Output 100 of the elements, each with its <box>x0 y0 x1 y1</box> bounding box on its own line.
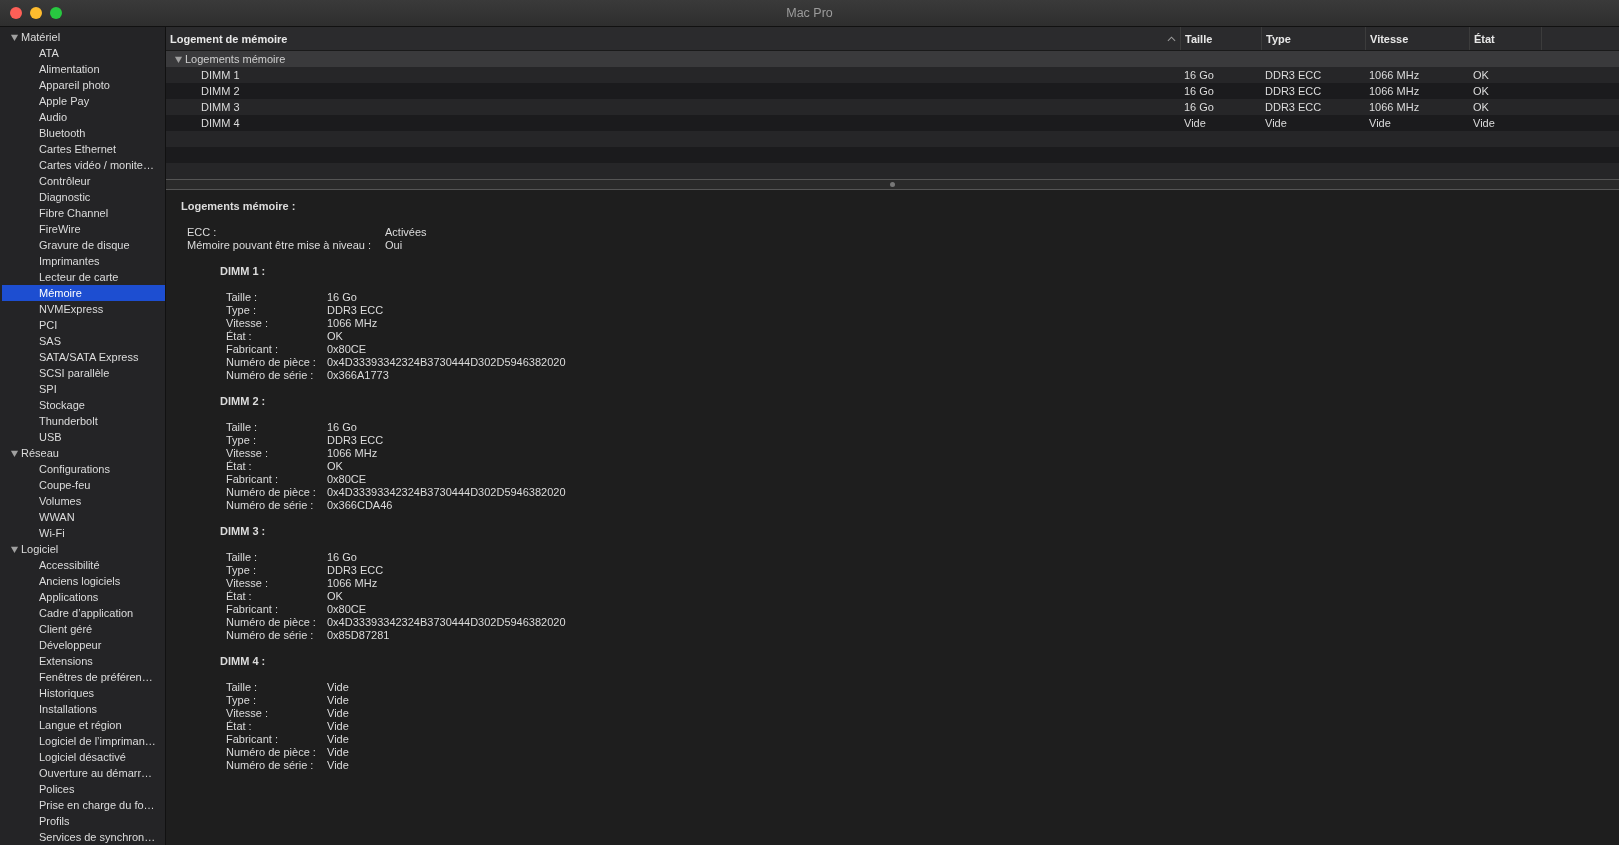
sidebar-item[interactable]: ATA <box>2 45 165 61</box>
sidebar-item[interactable]: Cadre d’application <box>2 605 165 621</box>
field-label: Type : <box>226 434 257 447</box>
sidebar-item[interactable]: Appareil photo <box>2 77 165 93</box>
field-value: 0x4D33393342324B3730444D302D5946382020 <box>327 616 566 629</box>
field-value: DDR3 ECC <box>327 434 384 447</box>
field-label: Fabricant : <box>226 733 279 746</box>
field-value: Vide <box>327 681 349 694</box>
sidebar-item[interactable]: SAS <box>2 333 165 349</box>
table-cell-text: OK <box>1472 100 1490 115</box>
field-label: État : <box>226 590 253 603</box>
field-value: 0x366CDA46 <box>327 499 393 512</box>
sidebar-group[interactable]: Matériel <box>0 29 165 45</box>
sidebar-item[interactable]: Extensions <box>2 653 165 669</box>
sidebar-item[interactable]: Cartes Ethernet <box>2 141 165 157</box>
sidebar-item[interactable]: Diagnostic <box>2 189 165 205</box>
sidebar-item[interactable]: Profils <box>2 813 165 829</box>
column-header[interactable]: Type <box>1261 27 1365 50</box>
field-value: 16 Go <box>327 421 357 434</box>
field-label: ECC : <box>187 226 218 239</box>
sidebar-item[interactable]: Services de synchron… <box>2 829 165 845</box>
column-header[interactable]: Logement de mémoire <box>166 27 1180 50</box>
sidebar-item[interactable]: Accessibilité <box>2 557 165 573</box>
field-value: Vide <box>327 746 349 759</box>
sidebar-item[interactable]: Coupe-feu <box>2 477 165 493</box>
zoom-button[interactable] <box>50 7 62 19</box>
field-value: OK <box>327 330 343 343</box>
expanded-triangle-icon[interactable] <box>10 448 19 458</box>
minimize-button[interactable] <box>30 7 42 19</box>
sidebar-item[interactable]: Client géré <box>2 621 165 637</box>
sidebar-item[interactable]: WWAN <box>2 509 165 525</box>
sidebar-item[interactable]: Stockage <box>2 397 165 413</box>
field-label: Numéro de série : <box>226 369 315 382</box>
field-value: 0x366A1773 <box>327 369 389 382</box>
sidebar-item[interactable]: Lecteur de carte <box>2 269 165 285</box>
sidebar-item[interactable]: Fenêtres de préféren… <box>2 669 165 685</box>
sidebar-item[interactable]: PCI <box>2 317 165 333</box>
sidebar-item[interactable]: Contrôleur <box>2 173 165 189</box>
field-value: 0x80CE <box>327 343 367 356</box>
field-value: OK <box>327 460 343 473</box>
sidebar-item[interactable]: Applications <box>2 589 165 605</box>
sidebar-item[interactable]: SCSI parallèle <box>2 365 165 381</box>
sidebar-item[interactable]: SPI <box>2 381 165 397</box>
sidebar-item[interactable]: Wi-Fi <box>2 525 165 541</box>
column-header[interactable]: État <box>1469 27 1541 50</box>
sidebar-item[interactable]: Volumes <box>2 493 165 509</box>
sidebar-group[interactable]: Logiciel <box>0 541 165 557</box>
sidebar-item[interactable]: Imprimantes <box>2 253 165 269</box>
table-cell-text: 1066 MHz <box>1368 68 1421 83</box>
sidebar-group[interactable]: Réseau <box>0 445 165 461</box>
expanded-triangle-icon[interactable] <box>10 544 19 554</box>
sidebar-item[interactable]: Mémoire <box>2 285 165 301</box>
sidebar-item[interactable]: USB <box>2 429 165 445</box>
column-header[interactable]: Taille <box>1180 27 1261 50</box>
sidebar-item[interactable]: Anciens logiciels <box>2 573 165 589</box>
sidebar-item[interactable]: Logiciel désactivé <box>2 749 165 765</box>
field-label: Taille : <box>226 551 259 564</box>
sidebar-item[interactable]: Gravure de disque <box>2 237 165 253</box>
sidebar-item[interactable]: SATA/SATA Express <box>2 349 165 365</box>
field-value: 0x4D33393342324B3730444D302D5946382020 <box>327 356 566 369</box>
sidebar-item[interactable]: Alimentation <box>2 61 165 77</box>
sidebar-item[interactable]: Prise en charge du fo… <box>2 797 165 813</box>
splitter-handle[interactable] <box>890 182 895 187</box>
sidebar-item[interactable]: Ouverture au démarr… <box>2 765 165 781</box>
sidebar-item[interactable]: Logiciel de l’impriman… <box>2 733 165 749</box>
sidebar-item[interactable]: Thunderbolt <box>2 413 165 429</box>
expanded-triangle-icon[interactable] <box>10 32 19 42</box>
field-value: Vide <box>327 694 349 707</box>
sidebar-item[interactable]: Cartes vidéo / monite… <box>2 157 165 173</box>
field-value: DDR3 ECC <box>327 564 384 577</box>
sidebar-item[interactable]: Configurations <box>2 461 165 477</box>
module-title: DIMM 1 : <box>219 265 267 278</box>
window-title: Mac Pro <box>786 6 833 20</box>
sidebar-item[interactable]: Apple Pay <box>2 93 165 109</box>
sidebar-item[interactable]: Langue et région <box>2 717 165 733</box>
sidebar-item[interactable]: Installations <box>2 701 165 717</box>
table-cell-text: 1066 MHz <box>1368 84 1421 99</box>
sidebar-item[interactable]: Polices <box>2 781 165 797</box>
expanded-triangle-icon[interactable] <box>174 54 183 64</box>
sidebar-item[interactable]: Fibre Channel <box>2 205 165 221</box>
table-cell-text: 16 Go <box>1183 100 1215 115</box>
field-label: État : <box>226 330 253 343</box>
table-cell-text: OK <box>1472 68 1490 83</box>
field-value: 0x85D87281 <box>327 629 390 642</box>
sidebar-item[interactable]: Historiques <box>2 685 165 701</box>
column-header[interactable]: Vitesse <box>1365 27 1469 50</box>
sidebar-item[interactable]: Développeur <box>2 637 165 653</box>
field-value: 1066 MHz <box>327 447 378 460</box>
sidebar-item[interactable]: FireWire <box>2 221 165 237</box>
table-cell-text: Vide <box>1368 116 1392 131</box>
field-label: Type : <box>226 564 257 577</box>
close-button[interactable] <box>10 7 22 19</box>
field-label: État : <box>226 460 253 473</box>
sidebar-item[interactable]: Audio <box>2 109 165 125</box>
field-label: Fabricant : <box>226 603 279 616</box>
table-cell-text: Vide <box>1264 116 1288 131</box>
module-title: DIMM 2 : <box>219 395 267 408</box>
group-row[interactable]: Logements mémoire <box>166 51 1619 67</box>
sidebar-item[interactable]: NVMExpress <box>2 301 165 317</box>
sidebar-item[interactable]: Bluetooth <box>2 125 165 141</box>
